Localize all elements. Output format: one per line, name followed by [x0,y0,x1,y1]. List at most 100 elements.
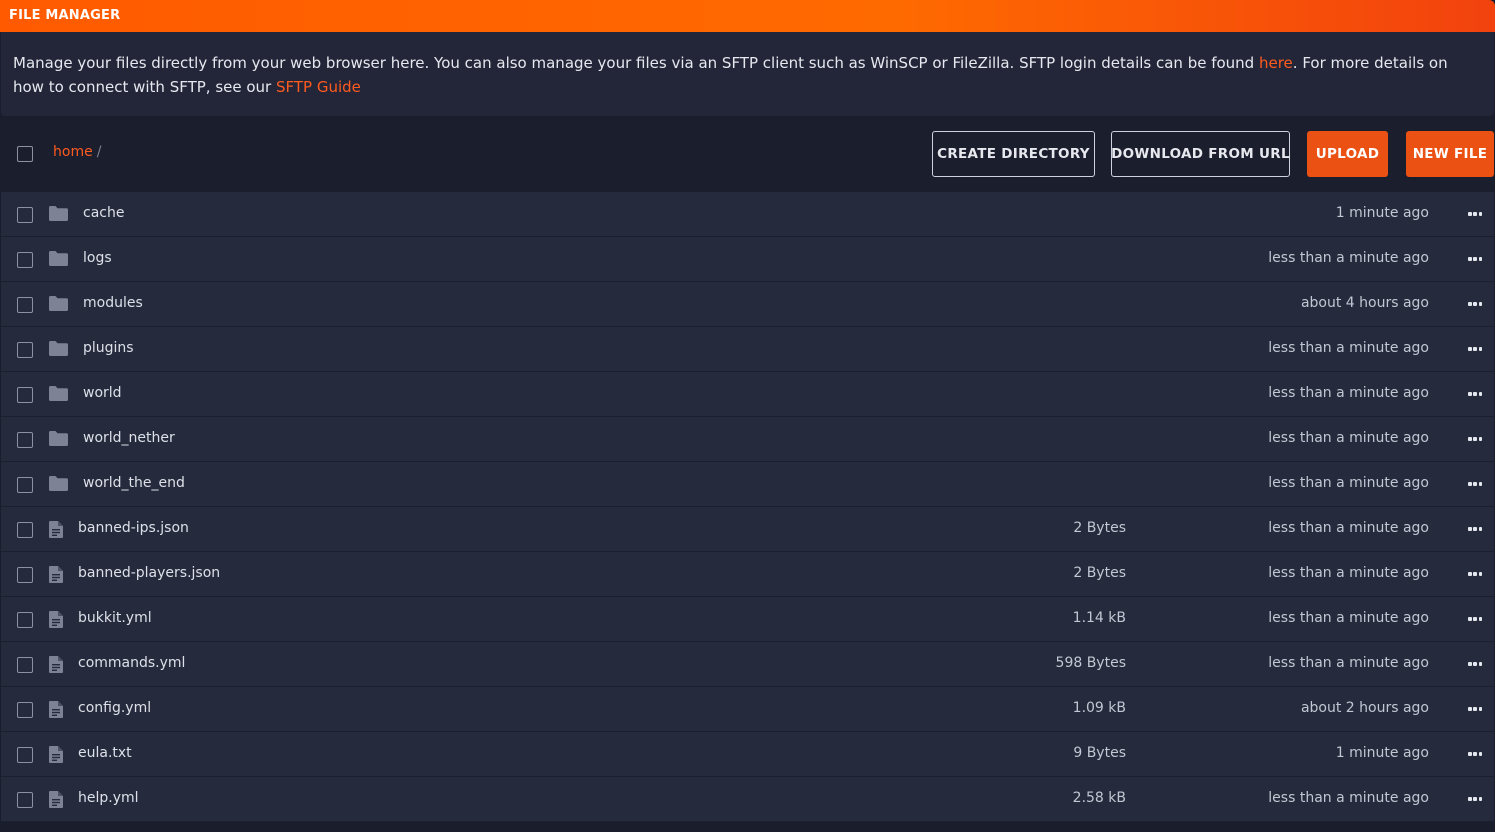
file-modified: less than a minute ago [1268,610,1429,626]
create-directory-button[interactable]: CREATE DIRECTORY [932,131,1095,177]
file-name[interactable]: plugins [83,340,134,356]
download-from-url-button[interactable]: DOWNLOAD FROM URL [1111,131,1290,177]
more-options-icon[interactable] [1468,347,1482,351]
more-options-icon[interactable] [1468,482,1482,486]
file-name[interactable]: banned-ips.json [78,520,189,536]
file-row[interactable]: cache 1 minute ago [1,192,1494,237]
file-row[interactable]: config.yml 1.09 kB about 2 hours ago [1,687,1494,732]
select-all-checkbox[interactable] [17,146,33,162]
file-name[interactable]: world [83,385,122,401]
more-options-icon[interactable] [1468,302,1482,306]
file-name[interactable]: modules [83,295,143,311]
file-modified: about 2 hours ago [1300,700,1429,716]
more-options-icon[interactable] [1468,212,1482,216]
file-modified: less than a minute ago [1268,655,1429,671]
file-row[interactable]: world less than a minute ago [1,372,1494,417]
row-checkbox[interactable] [17,522,33,538]
folder-icon [49,386,68,405]
more-options-icon[interactable] [1468,752,1482,756]
more-options-icon[interactable] [1468,797,1482,801]
more-options-icon[interactable] [1468,527,1482,531]
file-name[interactable]: banned-players.json [78,565,220,581]
row-checkbox[interactable] [17,297,33,313]
file-icon [49,566,63,587]
row-checkbox[interactable] [17,387,33,403]
file-row[interactable]: help.yml 2.58 kB less than a minute ago [1,777,1494,822]
more-options-icon[interactable] [1468,707,1482,711]
file-size: 2 Bytes [1073,565,1126,581]
file-modified: less than a minute ago [1268,430,1429,446]
file-icon [49,746,63,767]
file-name[interactable]: config.yml [78,700,151,716]
file-size: 9 Bytes [1073,745,1126,761]
row-checkbox[interactable] [17,657,33,673]
file-size: 2.58 kB [1072,790,1126,806]
file-list: cache 1 minute ago logs less than a minute … [1,192,1494,822]
file-row[interactable]: plugins less than a minute ago [1,327,1494,372]
file-size: 598 Bytes [1055,655,1126,671]
row-checkbox[interactable] [17,432,33,448]
file-row[interactable]: world_nether less than a minute ago [1,417,1494,462]
folder-icon [49,296,68,315]
file-modified: less than a minute ago [1268,565,1429,581]
file-row[interactable]: banned-ips.json 2 Bytes less than a minute… [1,507,1494,552]
more-options-icon[interactable] [1468,257,1482,261]
file-row[interactable]: world_the_end less than a minute ago [1,462,1494,507]
row-checkbox[interactable] [17,792,33,808]
file-modified: less than a minute ago [1268,340,1429,356]
file-row[interactable]: bukkit.yml 1.14 kB less than a minute ago [1,597,1494,642]
file-modified: less than a minute ago [1268,790,1429,806]
file-icon [49,611,63,632]
folder-icon [49,341,68,360]
breadcrumb: home / [53,144,101,160]
upload-button[interactable]: UPLOAD [1307,131,1388,177]
file-modified: about 4 hours ago [1300,295,1429,311]
file-name[interactable]: logs [83,250,112,266]
folder-icon [49,431,68,450]
sftp-details-link[interactable]: here [1259,54,1293,72]
sftp-info-panel: Manage your files directly from your web… [1,32,1494,116]
file-name[interactable]: eula.txt [78,745,132,761]
file-name[interactable]: commands.yml [78,655,185,671]
info-text: Manage your files directly from your web… [13,54,1259,72]
file-row[interactable]: modules about 4 hours ago [1,282,1494,327]
file-modified: 1 minute ago [1335,745,1429,761]
folder-icon [49,251,68,270]
more-options-icon[interactable] [1468,662,1482,666]
file-icon [49,521,63,542]
file-modified: less than a minute ago [1268,520,1429,536]
more-options-icon[interactable] [1468,572,1482,576]
more-options-icon[interactable] [1468,617,1482,621]
file-row[interactable]: banned-players.json 2 Bytes less than a mi… [1,552,1494,597]
row-checkbox[interactable] [17,207,33,223]
file-name[interactable]: cache [83,205,124,221]
more-options-icon[interactable] [1468,392,1482,396]
file-modified: less than a minute ago [1268,250,1429,266]
row-checkbox[interactable] [17,702,33,718]
file-name[interactable]: help.yml [78,790,139,806]
folder-icon [49,206,68,225]
file-size: 1.09 kB [1072,700,1126,716]
file-size: 2 Bytes [1073,520,1126,536]
row-checkbox[interactable] [17,567,33,583]
row-checkbox[interactable] [17,342,33,358]
row-checkbox[interactable] [17,612,33,628]
row-checkbox[interactable] [17,252,33,268]
file-name[interactable]: world_nether [83,430,175,446]
new-file-button[interactable]: NEW FILE [1406,131,1494,177]
row-checkbox[interactable] [17,477,33,493]
file-row[interactable]: eula.txt 9 Bytes 1 minute ago [1,732,1494,777]
file-icon [49,791,63,812]
page-title: FILE MANAGER [9,8,121,23]
more-options-icon[interactable] [1468,437,1482,441]
file-modified: less than a minute ago [1268,475,1429,491]
file-name[interactable]: world_the_end [83,475,185,491]
breadcrumb-home[interactable]: home [53,144,93,160]
row-checkbox[interactable] [17,747,33,763]
file-name[interactable]: bukkit.yml [78,610,152,626]
file-icon [49,701,63,722]
file-row[interactable]: commands.yml 598 Bytes less than a minute … [1,642,1494,687]
folder-icon [49,476,68,495]
sftp-guide-link[interactable]: SFTP Guide [276,78,361,96]
file-row[interactable]: logs less than a minute ago [1,237,1494,282]
